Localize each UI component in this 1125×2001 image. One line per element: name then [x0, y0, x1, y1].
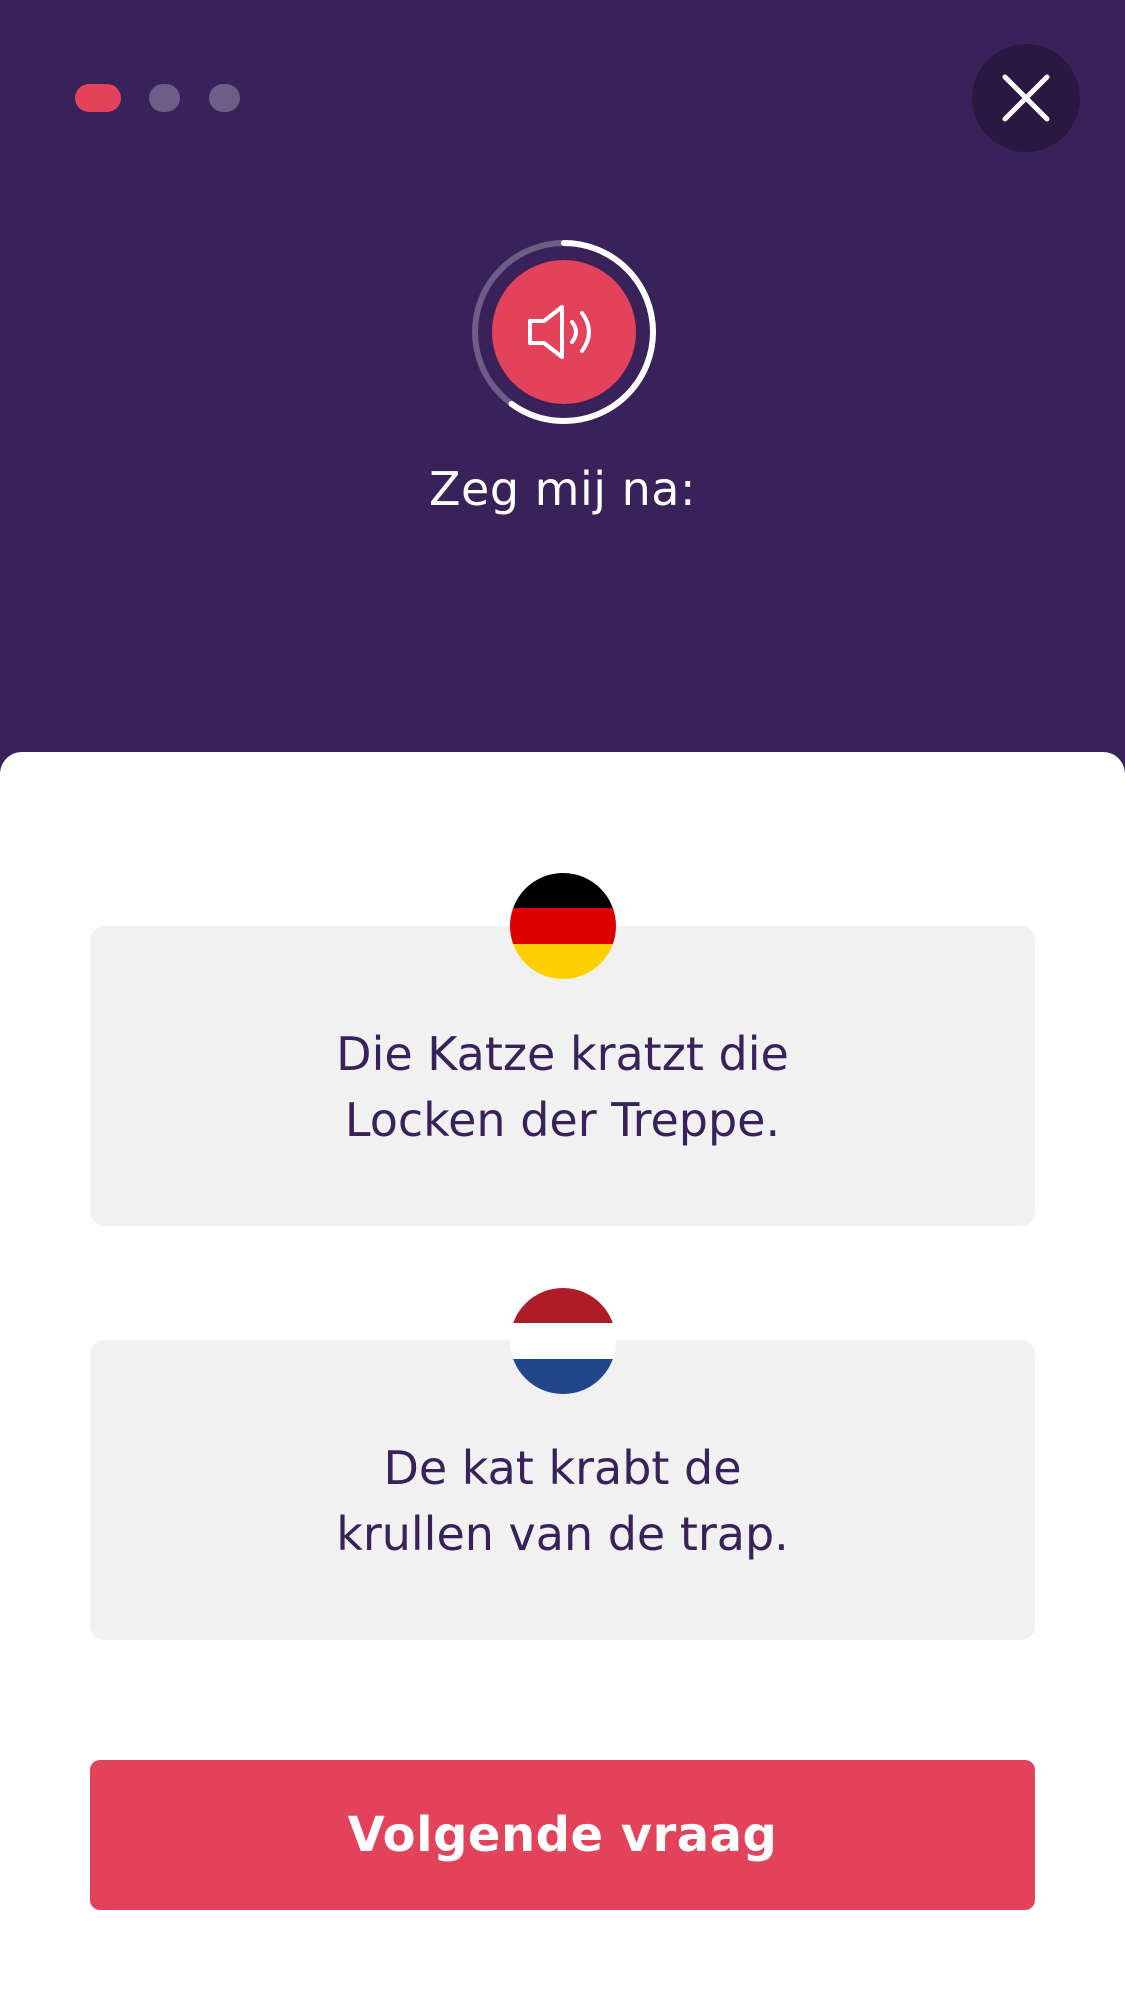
prompt-text: Zeg mij na:	[429, 462, 696, 516]
progress-dot	[209, 84, 240, 112]
progress-dot	[149, 84, 180, 112]
next-question-button[interactable]: Volgende vraag	[90, 1760, 1035, 1910]
netherlands-flag-icon	[510, 1288, 616, 1394]
speaker-icon	[528, 305, 591, 359]
play-audio-button[interactable]	[492, 260, 636, 404]
progress-dot-active	[75, 84, 121, 112]
target-sentence: De kat krabt de krullen van de trap.	[336, 1441, 789, 1561]
close-icon	[1002, 74, 1050, 122]
source-sentence: Die Katze kratzt die Locken der Treppe.	[336, 1027, 789, 1147]
close-button[interactable]	[972, 44, 1080, 152]
audio-player	[470, 238, 658, 426]
germany-flag-icon	[510, 873, 616, 979]
lesson-screen: Zeg mij na: Die Katze kratzt die Locken …	[0, 0, 1125, 2001]
